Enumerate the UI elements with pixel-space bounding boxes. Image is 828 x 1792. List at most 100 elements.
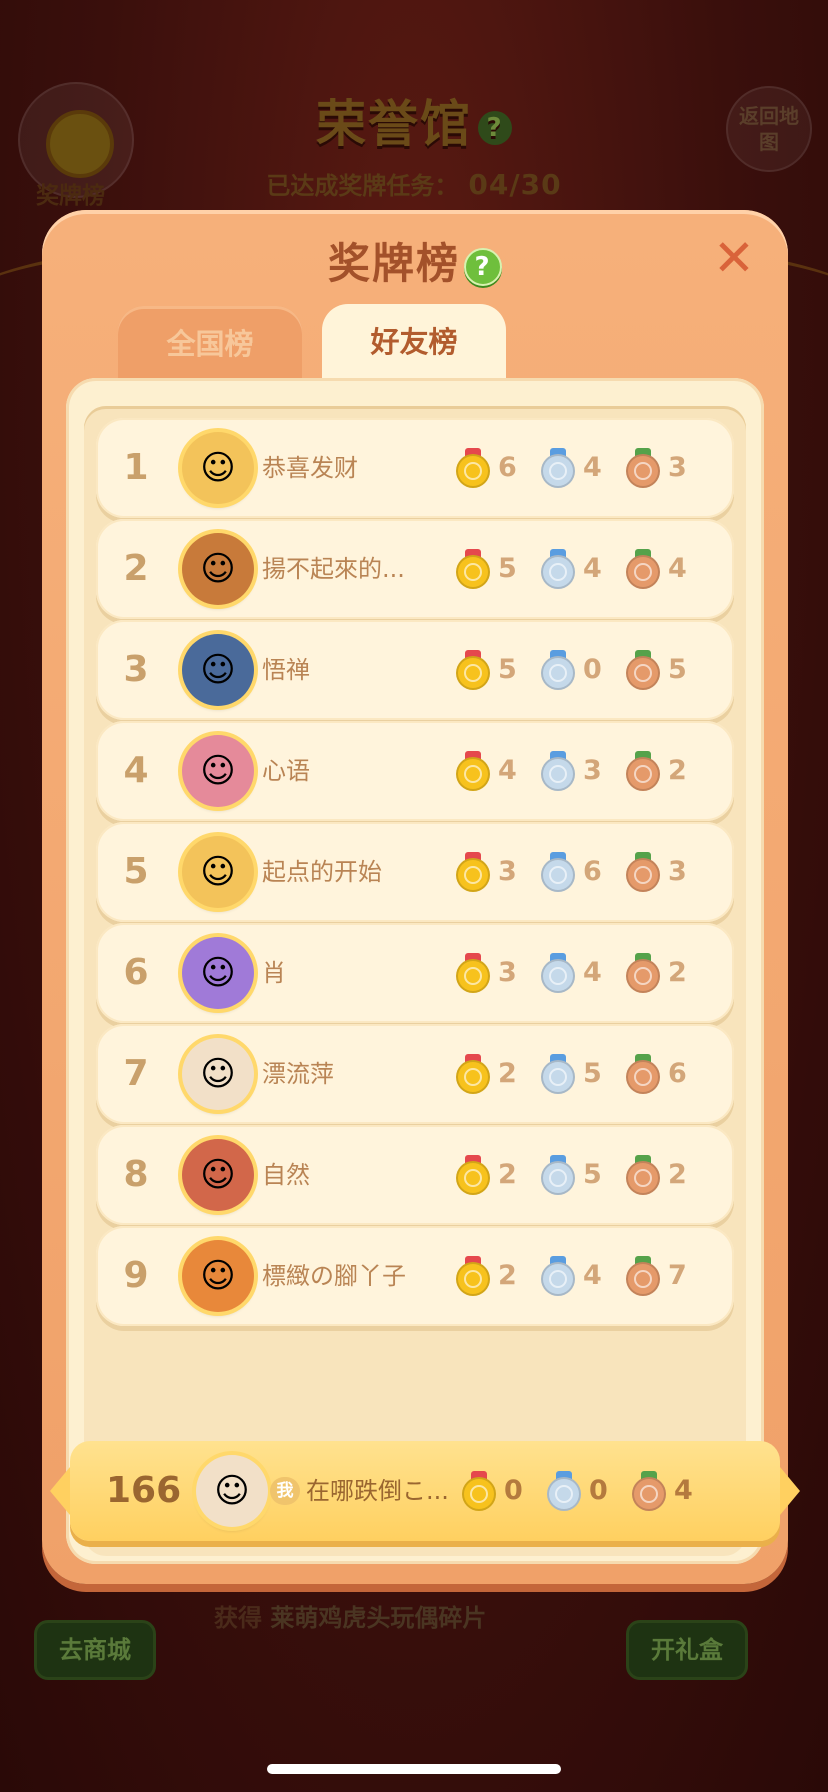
player-name: 自然	[262, 1161, 310, 1189]
modal-title: 奖牌榜?	[42, 230, 788, 291]
bronze-medal-icon	[626, 852, 660, 892]
rank-number: 1	[123, 447, 149, 488]
silver-medal-icon	[541, 852, 575, 892]
silver-medal-icon	[541, 1256, 575, 1296]
ranking-list[interactable]: 1 ☺ 恭喜发财 6 4 3 2 ☺ 揚不起來的... 5 4 4 3 ☺ 悟禅 5 0 5 4 ☺ 心语 4 3 2 5 ☺ 起点…	[84, 406, 746, 1556]
bronze-medal-count: 4	[674, 1475, 693, 1506]
gold-medal-count: 3	[498, 856, 517, 887]
bronze-medal-count: 6	[668, 1058, 687, 1089]
gold-medal-count: 0	[504, 1475, 523, 1506]
bronze-medal-count: 2	[668, 957, 687, 988]
silver-medal-icon	[541, 751, 575, 791]
go-shop-button[interactable]: 去商城	[34, 1620, 156, 1680]
ranking-row[interactable]: 8 ☺ 自然 2 5 2	[96, 1125, 734, 1225]
bronze-medal-icon	[632, 1471, 666, 1511]
rank-number: 5	[123, 851, 149, 892]
bronze-medal-count: 3	[668, 452, 687, 483]
ranking-row[interactable]: 6 ☺ 肖 3 4 2	[96, 923, 734, 1023]
player-avatar[interactable]: ☺	[182, 533, 254, 605]
silver-medal-count: 5	[583, 1058, 602, 1089]
reward-text-item: 莱萌鸡虎头玩偶碎片	[270, 1604, 487, 1632]
tab-national[interactable]: 全国榜	[118, 306, 302, 386]
player-avatar[interactable]: ☺	[182, 735, 254, 807]
gold-medal-icon	[456, 1155, 490, 1195]
reward-text-prefix: 获得	[214, 1604, 262, 1632]
bronze-medal-icon	[626, 549, 660, 589]
bronze-medal-count: 2	[668, 755, 687, 786]
medal-ranking-modal: 奖牌榜? ✕ 全国榜 好友榜 1 ☺ 恭喜发财 6 4 3 2 ☺ 揚不起來的... 5 4 4 3 ☺ 悟…	[42, 210, 788, 1584]
silver-medal-count: 4	[583, 1260, 602, 1291]
ranking-panel: 1 ☺ 恭喜发财 6 4 3 2 ☺ 揚不起來的... 5 4 4 3 ☺ 悟禅 5 0 5 4 ☺ 心语 4 3 2 5 ☺ 起点…	[66, 378, 764, 1564]
my-avatar[interactable]: ☺	[196, 1455, 268, 1527]
gold-medal-icon	[456, 549, 490, 589]
tab-friends[interactable]: 好友榜	[322, 304, 506, 384]
player-name: 漂流萍	[262, 1060, 334, 1088]
open-gift-box-button[interactable]: 开礼盒	[626, 1620, 748, 1680]
gold-medal-icon	[462, 1471, 496, 1511]
ranking-row[interactable]: 1 ☺ 恭喜发财 6 4 3	[96, 418, 734, 518]
gold-frame-400-avatar-icon: ☺	[200, 448, 236, 488]
bronze-medal-icon	[626, 448, 660, 488]
player-avatar[interactable]: ☺	[182, 836, 254, 908]
bronze-medal-icon	[626, 953, 660, 993]
bronze-medal-icon	[626, 650, 660, 690]
player-avatar[interactable]: ☺	[182, 1038, 254, 1110]
crown-photo-avatar-icon: ☺	[200, 1054, 236, 1094]
player-avatar[interactable]: ☺	[182, 432, 254, 504]
silver-medal-count: 4	[583, 452, 602, 483]
ranking-row[interactable]: 2 ☺ 揚不起來的... 5 4 4	[96, 519, 734, 619]
player-name: 標緻の腳丫子	[262, 1262, 406, 1290]
gold-medal-count: 2	[498, 1260, 517, 1291]
ranking-row[interactable]: 3 ☺ 悟禅 5 0 5	[96, 620, 734, 720]
ranking-row[interactable]: 4 ☺ 心语 4 3 2	[96, 721, 734, 821]
player-name: 肖	[262, 959, 286, 987]
player-avatar[interactable]: ☺	[182, 1139, 254, 1211]
me-badge: 我	[270, 1477, 300, 1505]
bronze-medal-icon	[626, 1256, 660, 1296]
gold-medal-icon	[456, 1256, 490, 1296]
bronze-medal-count: 5	[668, 654, 687, 685]
silver-medal-count: 5	[583, 1159, 602, 1190]
rank-number: 9	[123, 1255, 149, 1296]
silver-medal-count: 0	[589, 1475, 608, 1506]
silver-medal-icon	[541, 953, 575, 993]
player-name: 起点的开始	[262, 858, 382, 886]
my-ranking-row[interactable]: 166 ☺ 我 在哪跌倒こ... 0 0 4	[50, 1441, 800, 1541]
silver-medal-icon	[541, 549, 575, 589]
home-indicator[interactable]	[267, 1764, 561, 1774]
medal-task-progress: 已达成奖牌任务： 04/30	[0, 166, 828, 201]
bear-chick-avatar-icon: ☺	[200, 549, 236, 589]
ranking-row[interactable]: 7 ☺ 漂流萍 2 5 6	[96, 1024, 734, 1124]
gold-medal-count: 2	[498, 1058, 517, 1089]
player-avatar[interactable]: ☺	[182, 1240, 254, 1312]
bronze-medal-count: 3	[668, 856, 687, 887]
ranking-row[interactable]: 9 ☺ 標緻の腳丫子 2 4 7	[96, 1226, 734, 1326]
gold-medal-count: 5	[498, 553, 517, 584]
silver-medal-count: 4	[583, 553, 602, 584]
medal-task-progress-label: 已达成奖牌任务：	[266, 172, 459, 200]
silver-medal-count: 3	[583, 755, 602, 786]
return-map-button[interactable]: 返回地图	[726, 86, 812, 172]
player-avatar[interactable]: ☺	[182, 937, 254, 1009]
help-icon[interactable]: ?	[478, 110, 512, 145]
player-avatar[interactable]: ☺	[182, 634, 254, 706]
my-name: 在哪跌倒こ...	[306, 1477, 449, 1505]
silver-medal-icon	[541, 448, 575, 488]
rank-number: 7	[123, 1053, 149, 1094]
gold-medal-count: 4	[498, 755, 517, 786]
help-icon[interactable]: ?	[464, 247, 502, 286]
silver-medal-icon	[541, 1054, 575, 1094]
gold-medal-count: 6	[498, 452, 517, 483]
gold-medal-icon	[456, 448, 490, 488]
gold-medal-icon	[456, 650, 490, 690]
ranking-row[interactable]: 5 ☺ 起点的开始 3 6 3	[96, 822, 734, 922]
gold-medal-icon	[456, 1054, 490, 1094]
bronze-medal-icon	[626, 1054, 660, 1094]
player-name: 心语	[262, 757, 310, 785]
bronze-medal-icon	[626, 751, 660, 791]
close-icon[interactable]: ✕	[710, 233, 758, 284]
rank-number: 3	[123, 649, 149, 690]
photo-avatar-icon: ☺	[200, 650, 236, 690]
silver-medal-count: 0	[583, 654, 602, 685]
gold-medal-icon	[456, 852, 490, 892]
